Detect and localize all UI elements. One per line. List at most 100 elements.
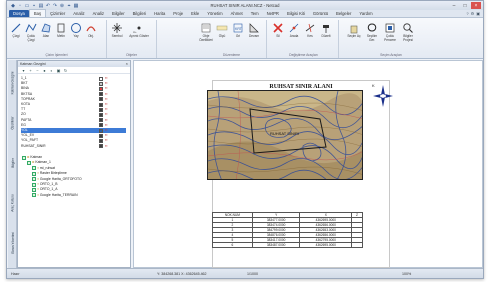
layer-item[interactable]: RUHSAT_SINIR ▪▪ bbox=[21, 144, 126, 149]
color-icon[interactable]: ● bbox=[42, 68, 47, 73]
layer-color-swatch[interactable] bbox=[99, 81, 103, 86]
menu-tab[interactable]: NetPR bbox=[263, 10, 283, 17]
menu-tab[interactable]: Baş bbox=[28, 9, 47, 17]
help-icon[interactable]: ? bbox=[466, 11, 468, 16]
lock-icon[interactable]: ▣ bbox=[56, 68, 61, 73]
visibility-icon[interactable]: ◐ bbox=[49, 68, 54, 73]
minimize-button[interactable]: – bbox=[449, 2, 459, 9]
zoom-icon[interactable]: ⊕ bbox=[59, 3, 65, 9]
undo-icon[interactable]: ↶ bbox=[45, 3, 51, 9]
print-icon[interactable]: ▤ bbox=[38, 3, 44, 9]
filter-icon[interactable]: ▾ bbox=[21, 68, 26, 73]
symbol-button[interactable]: Sembol bbox=[110, 22, 124, 39]
visibility-checkbox[interactable] bbox=[32, 166, 36, 171]
refresh-icon[interactable]: ↻ bbox=[63, 68, 68, 73]
tree-item[interactable]: ▪ ORTO_1_A bbox=[32, 187, 57, 192]
menu-tab[interactable]: Yardım bbox=[355, 10, 376, 17]
select-back-button[interactable]: Seçilim Ger. bbox=[365, 22, 379, 42]
object-properties-button[interactable]: Obje Özellikleri bbox=[199, 22, 213, 42]
select-open-button[interactable]: Seçim Aç bbox=[347, 22, 361, 39]
menu-tab[interactable]: Analiz bbox=[69, 10, 88, 17]
app-logo-icon[interactable]: ◆ bbox=[10, 3, 16, 9]
menu-tab[interactable]: Tem bbox=[247, 10, 263, 17]
tree-item[interactable]: ▪ ORTO_1_B bbox=[32, 182, 57, 187]
menu-tab[interactable]: Bilgileri bbox=[129, 10, 151, 17]
cut-button[interactable]: Kes bbox=[303, 22, 317, 39]
layer-color-swatch[interactable] bbox=[99, 144, 103, 149]
menu-tab[interactable]: Çizimler bbox=[46, 10, 69, 17]
save-icon[interactable]: ▪ bbox=[31, 3, 37, 9]
grid-icon[interactable]: ▦ bbox=[73, 3, 79, 9]
tree-item[interactable]: ▸ Katman bbox=[22, 155, 42, 160]
menu-tab[interactable]: Proje bbox=[169, 10, 187, 17]
layer-color-swatch[interactable] bbox=[99, 133, 103, 138]
menu-tab[interactable]: Ekle bbox=[187, 10, 203, 17]
layer-color-swatch[interactable] bbox=[99, 107, 103, 112]
line-button[interactable]: Çizgi bbox=[9, 22, 23, 39]
menu-tab[interactable]: Harita bbox=[150, 10, 169, 17]
tree-item[interactable]: ▸ Katman_1 bbox=[27, 160, 51, 165]
delete-button[interactable]: Sil bbox=[271, 22, 285, 39]
visibility-checkbox[interactable] bbox=[32, 171, 36, 176]
side-tab[interactable]: Ekran Yönetimi bbox=[8, 224, 17, 262]
layer-color-swatch[interactable] bbox=[99, 128, 103, 133]
menu-tab[interactable]: Belgeler bbox=[332, 10, 355, 17]
settings-icon[interactable]: ⚙ bbox=[471, 11, 475, 16]
side-tab[interactable]: Bilgiler bbox=[8, 144, 17, 182]
new-file-icon[interactable]: ▫ bbox=[17, 3, 23, 9]
tree-item[interactable]: ▪ rst_ruhsat bbox=[32, 166, 55, 171]
arc-button[interactable]: Yay bbox=[69, 22, 83, 39]
scale-readout[interactable]: 1/1000 bbox=[247, 272, 258, 276]
visibility-checkbox[interactable] bbox=[27, 160, 31, 165]
layer-color-swatch[interactable] bbox=[99, 86, 103, 91]
visibility-checkbox[interactable] bbox=[32, 193, 36, 198]
zoom-readout[interactable]: 100% bbox=[402, 272, 411, 276]
open-file-icon[interactable]: ▭ bbox=[24, 3, 30, 9]
grid-button[interactable]: KRT Gri bbox=[231, 22, 245, 39]
close-icon[interactable]: × bbox=[126, 61, 128, 67]
map-frame[interactable]: RUHSAT SINIRI bbox=[207, 90, 363, 180]
layer-color-swatch[interactable] bbox=[99, 112, 103, 117]
layer-state-icon[interactable]: ▪▪ bbox=[105, 144, 108, 149]
visibility-checkbox[interactable] bbox=[22, 155, 26, 160]
layer-color-swatch[interactable] bbox=[99, 123, 103, 128]
multi-window-button[interactable]: Çoklu Pencere bbox=[383, 22, 397, 42]
polyline-button[interactable]: Çoklu Çizgi bbox=[24, 22, 38, 42]
layer-color-swatch[interactable] bbox=[99, 97, 103, 102]
layer-color-swatch[interactable] bbox=[99, 76, 103, 81]
visibility-checkbox[interactable] bbox=[32, 187, 36, 192]
redo-icon[interactable]: ↷ bbox=[52, 3, 58, 9]
visibility-checkbox[interactable] bbox=[32, 177, 36, 182]
point-button[interactable]: A+ Ayrıntı Göster bbox=[127, 22, 151, 39]
side-tab[interactable]: Katman Gezgini bbox=[8, 64, 17, 102]
visibility-checkbox[interactable] bbox=[32, 182, 36, 187]
info-project-button[interactable]: Bilgiler Projesi bbox=[401, 22, 415, 42]
menu-tab[interactable]: Analiz bbox=[89, 10, 108, 17]
tree-item[interactable]: ▪ Raster Birleştirme bbox=[32, 171, 67, 176]
between-button[interactable]: Arada bbox=[287, 22, 301, 39]
measure-button[interactable]: Ölçü bbox=[215, 22, 229, 39]
menu-tab[interactable]: Görüntü bbox=[309, 10, 332, 17]
layer-color-swatch[interactable] bbox=[99, 118, 103, 123]
continue-button[interactable]: Devam bbox=[247, 22, 261, 39]
menu-tab[interactable]: Bilgiler bbox=[108, 10, 129, 17]
remove-layer-icon[interactable]: − bbox=[35, 68, 40, 73]
fix-button[interactable]: Düzelt bbox=[319, 22, 333, 39]
menu-tab[interactable]: Ahmet bbox=[227, 10, 247, 17]
area-button[interactable]: Alan bbox=[39, 22, 53, 39]
layer-color-swatch[interactable] bbox=[99, 92, 103, 97]
side-tab[interactable]: Özellikler bbox=[8, 104, 17, 142]
restore-icon[interactable]: ▣ bbox=[476, 11, 480, 16]
layer-color-swatch[interactable] bbox=[99, 138, 103, 143]
add-layer-icon[interactable]: + bbox=[28, 68, 33, 73]
layer-color-swatch[interactable] bbox=[99, 102, 103, 107]
menu-tab[interactable]: Bilgisi Kiti bbox=[283, 10, 309, 17]
side-tab[interactable]: Araç Kutusu bbox=[8, 184, 17, 222]
menu-tab[interactable]: Yönetim bbox=[203, 10, 226, 17]
close-button[interactable]: × bbox=[471, 2, 481, 9]
tree-item[interactable]: ▪ Google Harita_ORTOFOTO bbox=[32, 177, 82, 182]
text-button[interactable]: Metin bbox=[54, 22, 68, 39]
maximize-button[interactable]: □ bbox=[460, 2, 470, 9]
object-button[interactable]: Obj. bbox=[84, 22, 98, 39]
menu-tab[interactable]: Dosya bbox=[9, 10, 29, 17]
